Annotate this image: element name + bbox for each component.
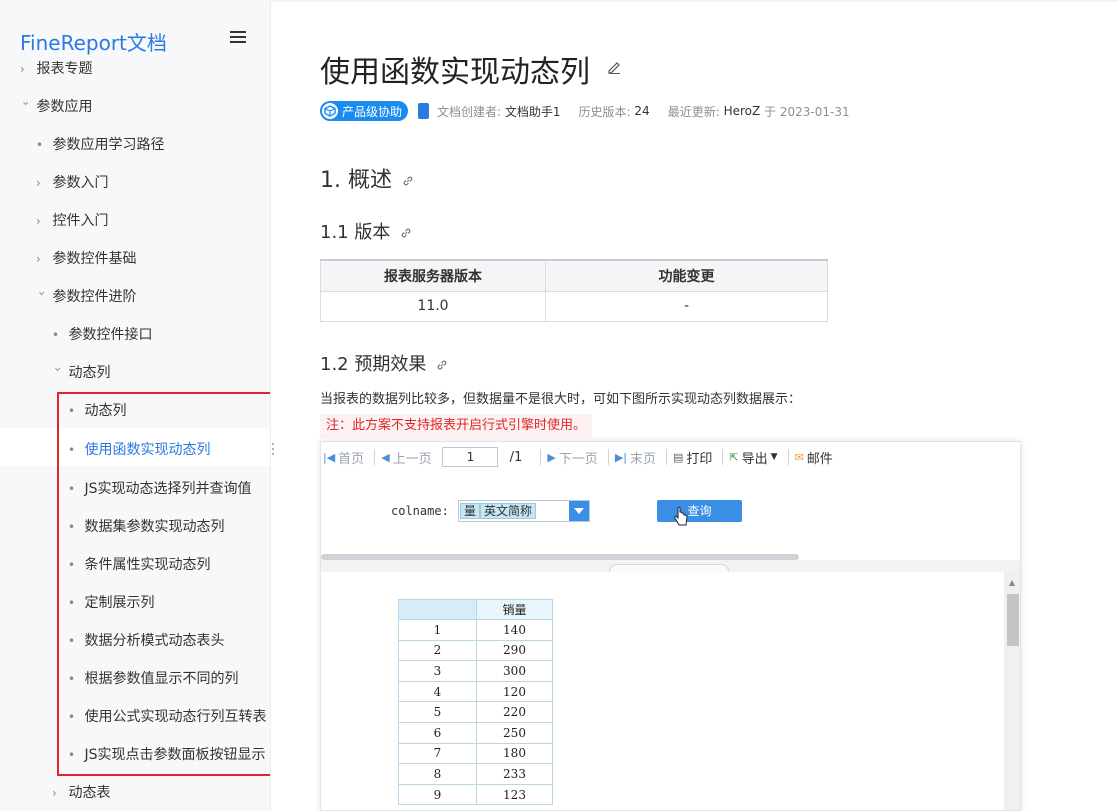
column-select-combo[interactable]: 量 英文简称 xyxy=(458,500,590,522)
selected-chip: 英文简称 xyxy=(480,503,537,519)
version-table: 报表服务器版本 功能变更 11.0 - xyxy=(320,259,828,322)
scrollbar-thumb[interactable] xyxy=(1007,594,1019,646)
sidebar-item-param-intro[interactable]: › 参数入门 xyxy=(36,172,108,192)
updater-link[interactable]: HeroZ xyxy=(724,104,761,118)
sidebar-item-dynamic-columns[interactable]: • 动态列 xyxy=(68,400,126,420)
link-icon[interactable] xyxy=(436,359,448,371)
table-header: 功能变更 xyxy=(545,259,828,292)
sidebar-item-dynamic-columns-group[interactable]: › 动态列 xyxy=(51,362,110,382)
sidebar-item-param-value-columns[interactable]: • 根据参数值显示不同的列 xyxy=(68,668,238,688)
sales-table: 销量 1 140 2 290 3 300 4 120 5 220 6 250 7 180 82… xyxy=(398,599,553,806)
sidebar-item-learning-path[interactable]: • 参数应用学习路径 xyxy=(36,134,164,154)
sidebar-item-param-apps[interactable]: › 参数应用 xyxy=(19,96,92,116)
doc-meta: 产品级协助 文档创建者: 文档助手1 历史版本: 24 最近更新: HeroZ … xyxy=(320,101,850,121)
table-row: 3 300 xyxy=(398,660,553,682)
table-row: 9 123 xyxy=(398,783,553,806)
sidebar-item-widget-intro[interactable]: › 控件入门 xyxy=(36,210,108,230)
table-row: 5 220 xyxy=(398,701,553,723)
hamburger-menu-icon[interactable] xyxy=(230,31,246,45)
page-title: 使用函数实现动态列 xyxy=(320,55,590,90)
selected-chip: 量 xyxy=(460,503,481,519)
sidebar-item-widget-advanced[interactable]: › 参数控件进阶 xyxy=(35,286,136,306)
sidebar-item-analysis-header[interactable]: • 数据分析模式动态表头 xyxy=(68,630,224,650)
sidebar-item-widget-api[interactable]: • 参数控件接口 xyxy=(52,324,152,344)
table-cell: 11.0 xyxy=(320,290,546,322)
sidebar-item-dataset-param-columns[interactable]: • 数据集参数实现动态列 xyxy=(68,516,224,536)
table-row: 4 120 xyxy=(398,680,553,703)
sidebar: FineReport文档 › 报表专题 › 参数应用 • 参数应用学习路径 › … xyxy=(0,0,271,811)
next-page-button[interactable]: ▶ 下一页 xyxy=(547,448,597,467)
link-icon[interactable] xyxy=(400,227,412,239)
edit-icon[interactable] xyxy=(607,60,621,74)
table-row: 2 290 xyxy=(398,639,553,662)
page-total: /1 xyxy=(509,449,523,465)
export-button[interactable]: ⇱ 导出 ▼ xyxy=(729,448,777,467)
sidebar-item-js-button-show[interactable]: • JS实现点击参数面板按钮显示 xyxy=(68,744,270,764)
table-row: 6 250 xyxy=(398,721,553,744)
sidebar-item-custom-columns[interactable]: • 定制展示列 xyxy=(68,592,154,612)
section-heading-expected: 1.2 预期效果 xyxy=(320,350,448,376)
description-paragraph: 当报表的数据列比较多，但数据量不是很大时，可如下图所示实现动态列数据展示： xyxy=(320,392,802,407)
vertical-scrollbar[interactable]: ▲ xyxy=(1004,572,1020,810)
top-divider xyxy=(271,0,1118,2)
scroll-up-icon[interactable]: ▲ xyxy=(1009,578,1015,587)
table-header: 报表服务器版本 xyxy=(320,259,546,292)
document-icon xyxy=(418,103,430,119)
hand-cursor-icon xyxy=(674,506,688,526)
mail-icon: ✉ xyxy=(794,450,804,464)
creator-link[interactable]: 文档助手1 xyxy=(505,103,561,120)
query-button[interactable]: 查询 xyxy=(657,500,742,522)
table-row: 8 233 xyxy=(398,763,553,785)
sidebar-item-js-dynamic-select[interactable]: • JS实现动态选择列并查询值 xyxy=(68,478,251,498)
support-badge[interactable]: 产品级协助 xyxy=(320,101,409,121)
last-page-button[interactable]: ▶| 末页 xyxy=(615,448,656,467)
main-content: 使用函数实现动态列 产品级协助 文档创建者: 文档助手1 历史版本: 24 最近… xyxy=(271,0,1118,811)
link-icon[interactable] xyxy=(402,175,414,187)
print-button[interactable]: ▤ 打印 xyxy=(673,448,712,467)
table-row: 7 180 xyxy=(398,742,553,765)
page-number-input[interactable]: 1 xyxy=(441,447,498,467)
export-icon: ⇱ xyxy=(729,450,739,464)
brand-title[interactable]: FineReport文档 xyxy=(20,27,167,56)
prev-page-button[interactable]: ◀ 上一页 xyxy=(381,448,431,467)
table-header: 销量 xyxy=(476,599,553,620)
first-page-button[interactable]: |◀ 首页 xyxy=(323,448,364,467)
report-sheet: 销量 1 140 2 290 3 300 4 120 5 220 6 250 7 180 82… xyxy=(321,572,1004,810)
dropdown-arrow-icon[interactable] xyxy=(569,501,589,521)
sidebar-item-report-topics[interactable]: › 报表专题 xyxy=(20,58,92,78)
table-row: 1 140 xyxy=(398,619,553,641)
section-heading-overview: 1. 概述 xyxy=(320,162,414,194)
sidebar-item-widget-basics[interactable]: › 参数控件基础 xyxy=(36,248,136,268)
section-heading-version: 1.1 版本 xyxy=(320,218,412,244)
report-toolbar: |◀ 首页 ◀ 上一页 1 /1 ▶ 下一页 ▶| 末页 ▤ 打印 ⇱ 导出 ▼ ✉ 邮件 xyxy=(321,442,1020,472)
mail-button[interactable]: ✉ 邮件 xyxy=(795,448,833,467)
sidebar-item-dynamic-table[interactable]: › 动态表 xyxy=(52,782,110,802)
history-link[interactable]: 24 xyxy=(634,104,649,118)
sidebar-item-function-dynamic-columns[interactable]: • 使用函数实现动态列 xyxy=(0,428,270,466)
sidebar-item-condition-attr-columns[interactable]: • 条件属性实现动态列 xyxy=(68,554,210,574)
sidebar-item-formula-pivot[interactable]: • 使用公式实现动态行列互转表 xyxy=(68,706,266,726)
cube-icon xyxy=(322,103,338,119)
warning-note: 注：此方案不支持报表开启行式引擎时使用。 xyxy=(320,414,593,438)
table-header xyxy=(398,599,477,620)
table-cell: - xyxy=(545,290,828,322)
colname-label: colname: xyxy=(391,504,449,518)
report-preview-image: |◀ 首页 ◀ 上一页 1 /1 ▶ 下一页 ▶| 末页 ▤ 打印 ⇱ 导出 ▼ ✉ 邮件 co… xyxy=(320,441,1021,811)
printer-icon: ▤ xyxy=(673,450,684,464)
